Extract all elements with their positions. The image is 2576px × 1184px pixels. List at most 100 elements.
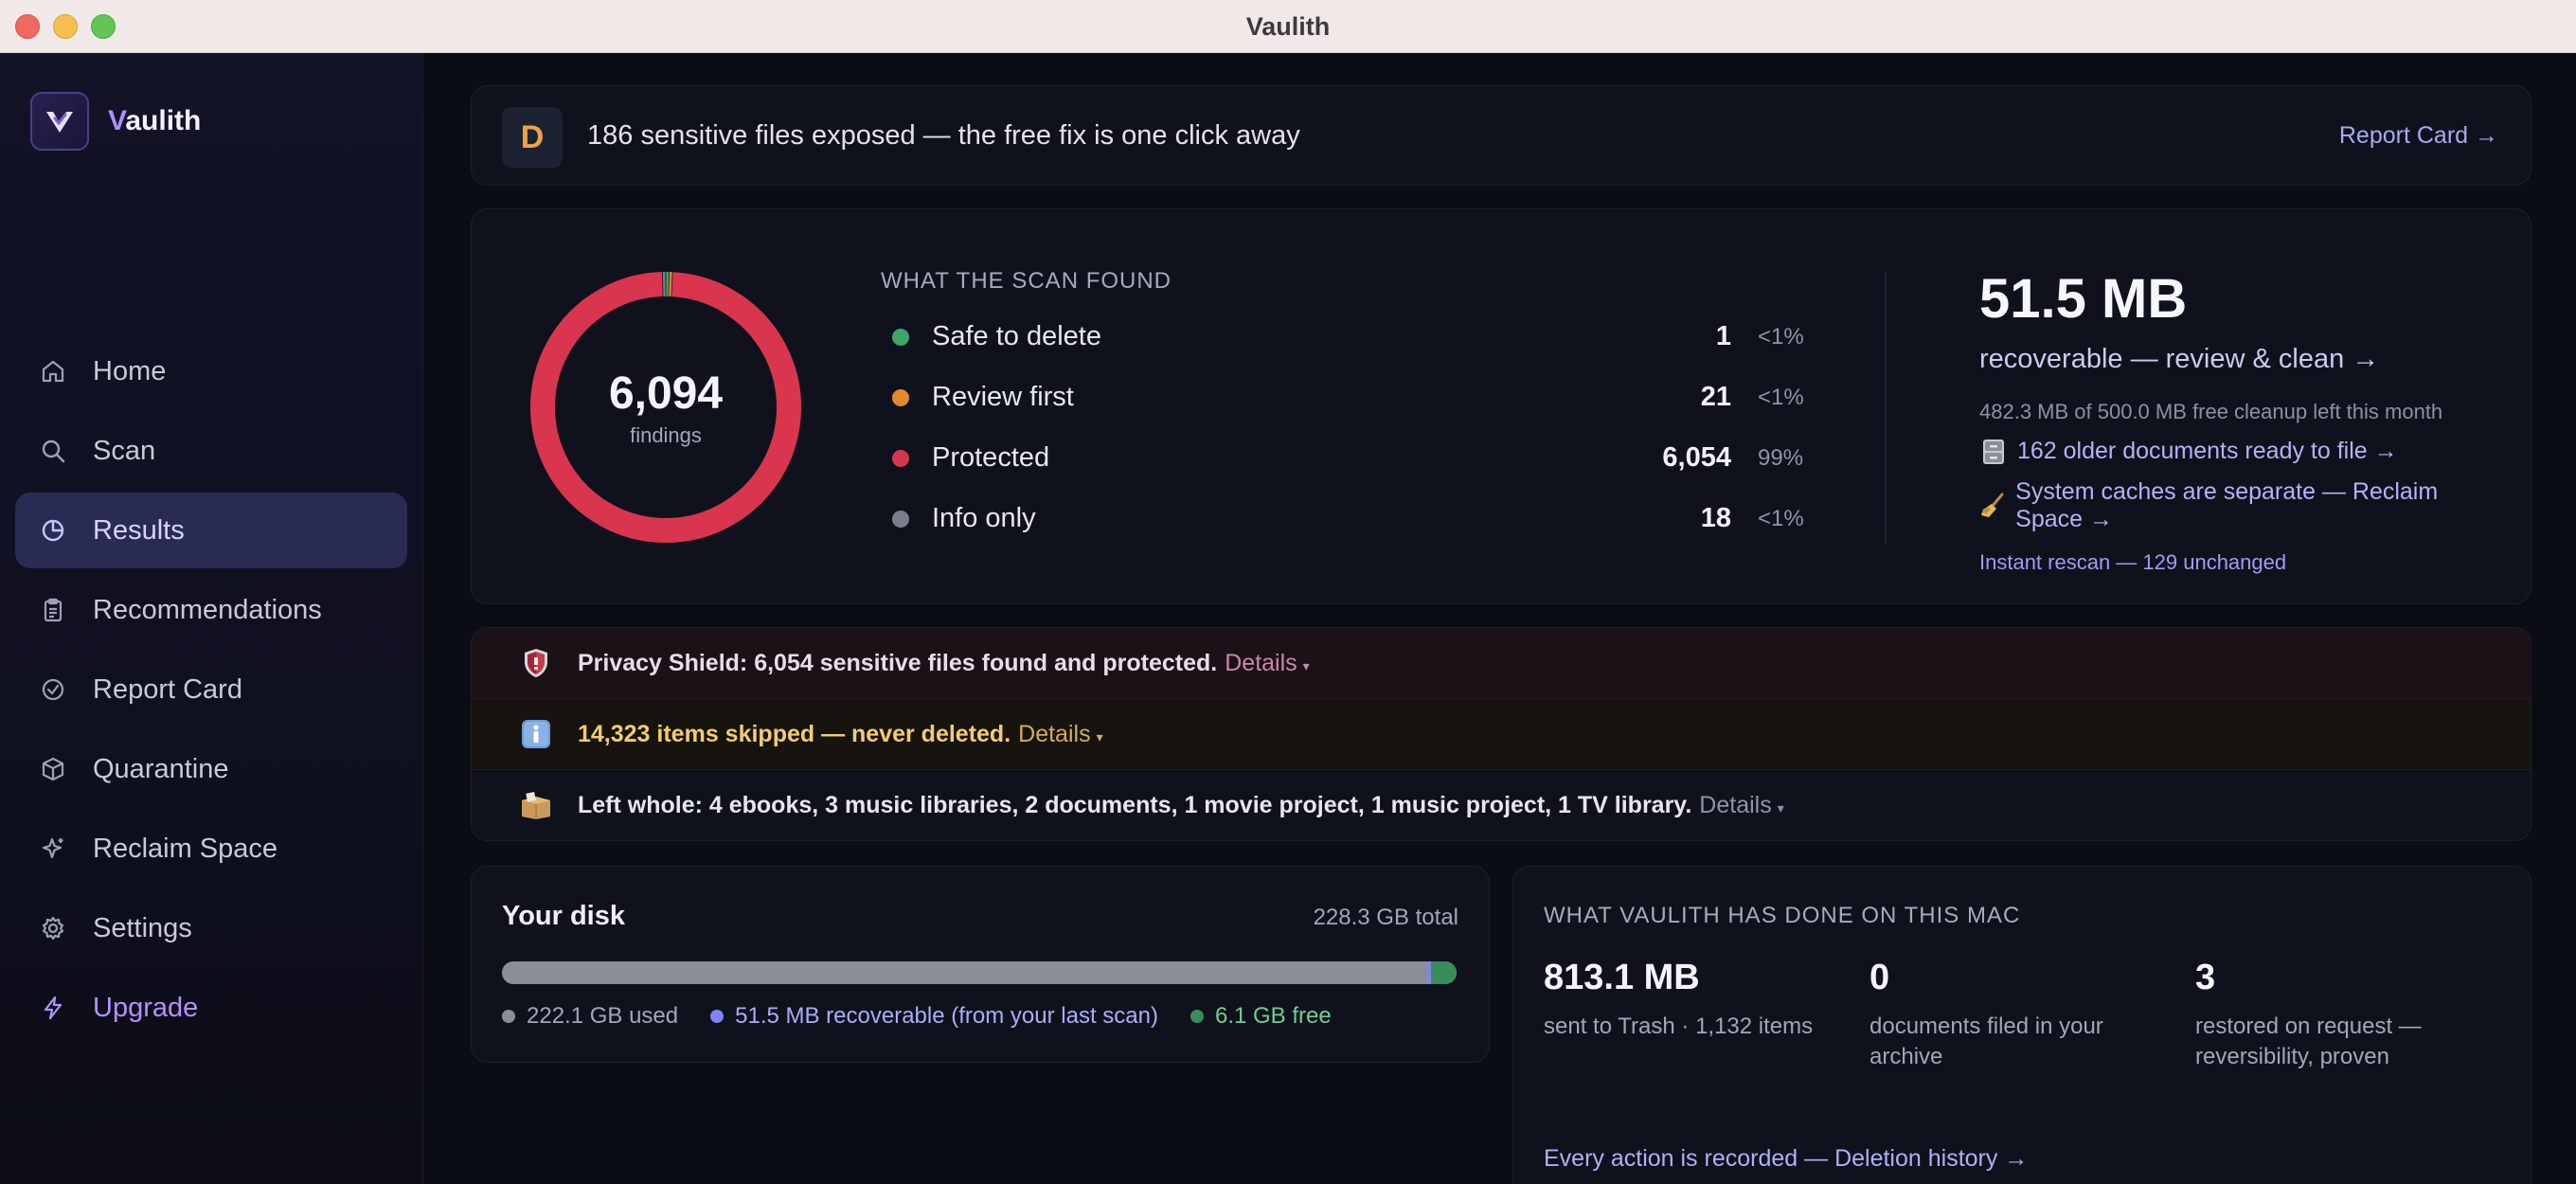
status-dot: [892, 389, 909, 406]
findings-label: findings: [630, 422, 702, 447]
details-label: Details: [1699, 792, 1772, 818]
caret-down-icon: ▾: [1096, 728, 1103, 744]
sparkle-icon: [38, 834, 68, 864]
sidebar-item-label: Settings: [93, 912, 192, 943]
sidebar: Vaulith Home Scan Results Recommendation…: [0, 53, 423, 1184]
found-row-safe[interactable]: Safe to delete 1 <1%: [881, 317, 1818, 355]
clipboard-icon: [38, 595, 68, 625]
sidebar-item-scan[interactable]: Scan: [15, 413, 407, 489]
found-label: Info only: [932, 503, 1036, 533]
system-caches-text: System caches are separate — Reclaim Spa…: [2015, 478, 2439, 532]
details-label: Details: [1018, 720, 1091, 747]
details-label: Details: [1225, 649, 1297, 676]
skipped-items-text: 14,323 items skipped — never deleted.: [578, 720, 1011, 747]
system-caches-link[interactable]: System caches are separate — Reclaim Spa…: [1979, 478, 2510, 533]
legend-dot: [1190, 1010, 1204, 1023]
legend-dot: [502, 1010, 515, 1023]
status-dot: [892, 329, 909, 346]
app-window: Vaulith Vaulith Home Scan Results Recomm…: [0, 0, 2576, 1184]
stat-caption: sent to Trash · 1,132 items: [1544, 1014, 1814, 1039]
legend-used-label: 222.1 GB used: [527, 1003, 679, 1029]
legend-dot: [710, 1010, 724, 1023]
package-icon: [519, 789, 553, 823]
sidebar-item-upgrade[interactable]: Upgrade: [15, 970, 407, 1046]
info-icon: [519, 717, 553, 751]
caret-down-icon: ▾: [1302, 657, 1310, 673]
found-count: 1: [1715, 321, 1731, 351]
stat-restored: 3 restored on request — reversibility, p…: [2195, 958, 2479, 1073]
sidebar-item-label: Quarantine: [93, 753, 229, 784]
found-label: Protected: [932, 442, 1050, 473]
cleanup-allowance: 482.3 MB of 500.0 MB free cleanup left t…: [1979, 400, 2443, 423]
sidebar-item-label: Scan: [93, 435, 156, 466]
found-row-review[interactable]: Review first 21 <1%: [881, 378, 1818, 416]
older-documents-text: 162 older documents ready to file →: [2017, 438, 2398, 464]
search-icon: [38, 436, 68, 466]
found-count: 21: [1700, 382, 1731, 412]
gear-icon: [38, 913, 68, 943]
findings-total: 6,094: [608, 368, 724, 419]
donut-center: 6,094 findings: [527, 268, 805, 547]
brand-initial: V: [108, 105, 126, 136]
left-whole-details-toggle[interactable]: Details ▾: [1699, 792, 1783, 819]
found-label: Review first: [932, 382, 1074, 412]
disk-free-segment: [1431, 961, 1457, 984]
found-row-protected[interactable]: Protected 6,054 99%: [881, 439, 1818, 476]
sidebar-item-report-card[interactable]: Report Card: [15, 652, 407, 727]
left-whole-notice: Left whole: 4 ebooks, 3 music libraries,…: [472, 770, 2531, 840]
stat-number: 813.1 MB: [1544, 958, 1700, 997]
status-dot: [892, 511, 909, 528]
sidebar-item-label: Results: [93, 514, 185, 546]
found-percent: <1%: [1758, 324, 1804, 350]
exposure-banner: D 186 sensitive files exposed — the free…: [471, 85, 2531, 186]
stat-caption: documents filed in your archive: [1869, 1014, 2103, 1070]
check-circle-icon: [38, 674, 68, 705]
deletion-history-link[interactable]: Every action is recorded — Deletion hist…: [1544, 1145, 2028, 1173]
actions-heading: WHAT VAULITH HAS DONE ON THIS MAC: [1544, 903, 2021, 928]
file-cabinet-icon: [1979, 439, 2008, 465]
legend-recoverable-label: 51.5 MB recoverable (from your last scan…: [735, 1003, 1158, 1029]
sidebar-item-settings[interactable]: Settings: [15, 890, 407, 966]
stat-trashed: 813.1 MB sent to Trash · 1,132 items: [1544, 958, 1847, 1042]
notices-panel: Privacy Shield: 6,054 sensitive files fo…: [471, 627, 2531, 841]
left-whole-text: Left whole: 4 ebooks, 3 music libraries,…: [578, 792, 1692, 818]
disk-legend: 222.1 GB used 51.5 MB recoverable (from …: [502, 1003, 1364, 1030]
broom-icon: [1979, 493, 2006, 519]
scan-summary-card: 6,094 findings WHAT THE SCAN FOUND Safe …: [471, 208, 2531, 604]
found-count: 18: [1700, 503, 1731, 533]
found-percent: <1%: [1758, 506, 1804, 531]
instant-rescan-link[interactable]: Instant rescan — 129 unchanged: [1979, 550, 2510, 575]
home-icon: [38, 356, 68, 386]
caret-down-icon: ▾: [1777, 800, 1784, 816]
disk-card: Your disk 228.3 GB total 222.1 GB used 5…: [471, 866, 1490, 1063]
older-documents-link[interactable]: 162 older documents ready to file →: [1979, 438, 2510, 465]
privacy-details-toggle[interactable]: Details ▾: [1225, 650, 1309, 677]
privacy-shield-notice: Privacy Shield: 6,054 sensitive files fo…: [472, 628, 2531, 699]
sidebar-item-recommendations[interactable]: Recommendations: [15, 572, 407, 648]
found-row-info[interactable]: Info only 18 <1%: [881, 499, 1818, 537]
status-dot: [892, 450, 909, 467]
recoverable-panel: 51.5 MB recoverable — review & clean → 4…: [1979, 272, 2510, 575]
stat-number: 3: [2195, 958, 2216, 997]
legend-used: 222.1 GB used: [502, 1003, 678, 1030]
sidebar-item-results[interactable]: Results: [15, 493, 407, 568]
vaulith-logo-icon: [30, 92, 89, 151]
report-card-link[interactable]: Report Card →: [2339, 122, 2498, 150]
stat-caption: restored on request — reversibility, pro…: [2195, 1014, 2422, 1070]
banner-message: 186 sensitive files exposed — the free f…: [587, 120, 1300, 151]
legend-free: 6.1 GB free: [1190, 1003, 1332, 1030]
review-clean-link[interactable]: recoverable — review & clean →: [1979, 344, 2510, 375]
actions-summary-card: WHAT VAULITH HAS DONE ON THIS MAC 813.1 …: [1512, 866, 2531, 1184]
sidebar-item-reclaim-space[interactable]: Reclaim Space: [15, 811, 407, 887]
sidebar-item-quarantine[interactable]: Quarantine: [15, 731, 407, 807]
brand-rest: aulith: [125, 105, 202, 136]
skipped-details-toggle[interactable]: Details ▾: [1018, 721, 1102, 748]
window-title: Vaulith: [1245, 12, 1331, 41]
disk-title: Your disk: [502, 901, 625, 931]
pie-chart-icon: [38, 515, 68, 546]
box-icon: [38, 754, 68, 784]
skipped-items-notice: 14,323 items skipped — never deleted. De…: [472, 699, 2531, 770]
title-bar: Vaulith: [0, 0, 2576, 53]
sidebar-item-home[interactable]: Home: [15, 333, 407, 409]
scan-found-heading: WHAT THE SCAN FOUND: [881, 268, 1172, 294]
